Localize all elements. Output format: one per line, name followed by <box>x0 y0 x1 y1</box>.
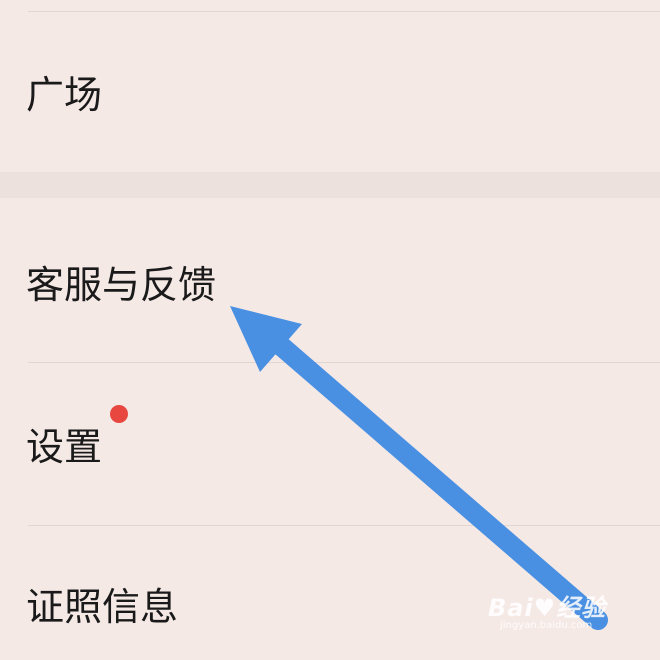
settings-menu-screen: 广场 客服与反馈 设置 证照信息 <box>0 0 660 660</box>
menu-item-label: 广场 <box>26 73 103 117</box>
menu-item-label: 证照信息 <box>26 585 179 629</box>
menu-item-label: 客服与反馈 <box>26 263 217 307</box>
menu-item-license-info[interactable]: 证照信息 <box>0 526 660 660</box>
menu-item-label: 设置 <box>26 425 103 469</box>
menu-item-settings[interactable]: 设置 <box>0 363 660 525</box>
menu-item-customer-service[interactable]: 客服与反馈 <box>0 198 660 362</box>
notification-dot-badge <box>110 405 128 423</box>
section-gap <box>0 172 660 198</box>
menu-item-square[interactable]: 广场 <box>0 12 660 172</box>
